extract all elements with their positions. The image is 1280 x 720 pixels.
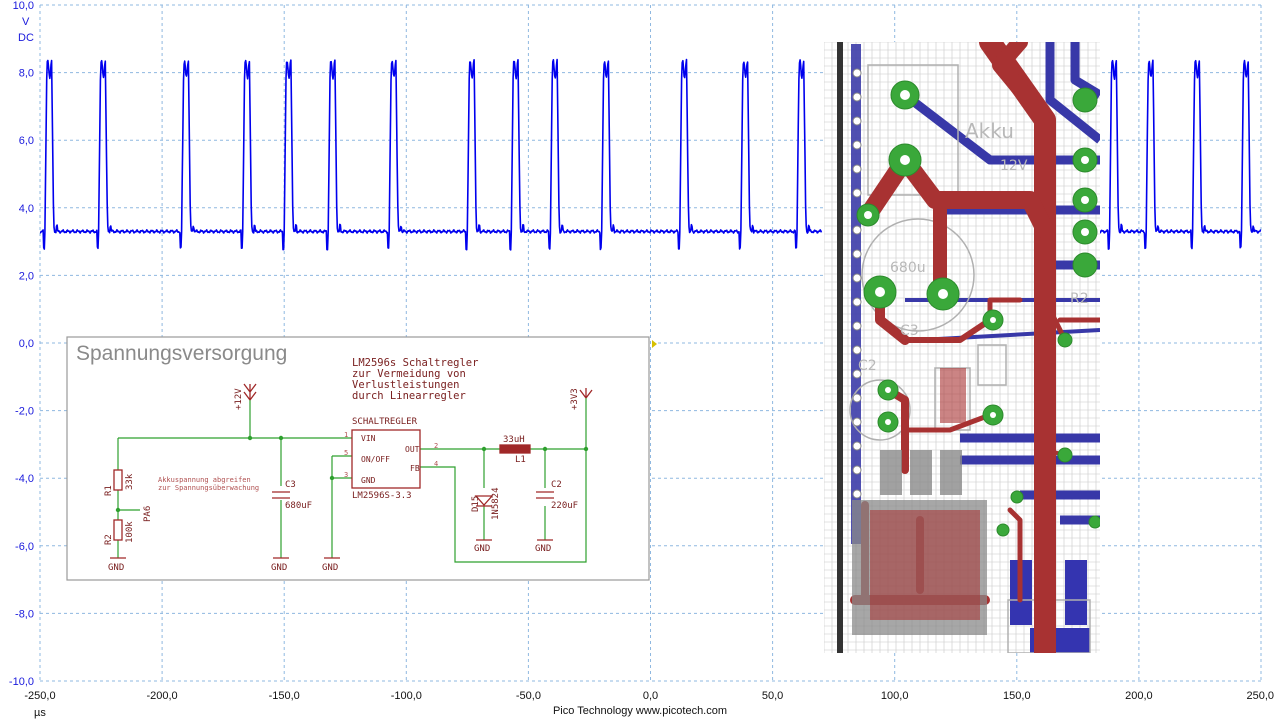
x-tick-label: -100,0 (391, 690, 422, 702)
ic-pin-number-2: 2 (434, 442, 438, 450)
x-tick-label: -50,0 (516, 690, 541, 702)
y-tick-label: 10,0 (13, 0, 34, 12)
schematic-image: Spannungsversorgung LM2596s Schaltregler… (66, 336, 650, 581)
x-tick-label: 150,0 (1003, 690, 1031, 702)
pcb-label-12v: 12V (1000, 158, 1028, 174)
c2-value-label: 220uF (551, 501, 578, 511)
ic-pin-number-3: 3 (344, 471, 348, 479)
d15-value-label: 1N5824 (491, 487, 501, 520)
ic-pin-out: OUT (405, 445, 420, 454)
c3-ref-label: C3 (285, 480, 296, 490)
y-tick-label: 0,0 (19, 338, 34, 350)
c2-ref-label: C2 (551, 480, 562, 490)
net-pa6-label: PA6 (143, 506, 153, 522)
x-tick-label: -250,0 (24, 690, 55, 702)
supply-3v3-label: +3V3 (570, 388, 580, 410)
oscilloscope-view: 10,08,06,04,02,00,0-2,0-4,0-6,0-8,0-10,0… (0, 0, 1280, 720)
y-tick-label: 8,0 (19, 68, 34, 80)
x-tick-label: -150,0 (269, 690, 300, 702)
supply-12v-label: +12V (234, 388, 244, 410)
pcb-label-c3: C3 (900, 323, 919, 339)
ic-pin-number-4: 4 (434, 460, 438, 468)
r1-ref-label: R1 (104, 485, 114, 496)
l1-value-label: 33uH (503, 435, 525, 445)
y-tick-label: -10,0 (9, 676, 34, 688)
ic-name-label: SCHALTREGLER (352, 417, 418, 427)
ic-pin-onoff: ON/OFF (361, 455, 390, 464)
x-tick-label: 100,0 (881, 690, 909, 702)
y-tick-label: 4,0 (19, 203, 34, 215)
d15-ref-label: D15 (471, 496, 481, 512)
gnd-label-ic: GND (322, 563, 338, 573)
x-tick-label: -200,0 (146, 690, 177, 702)
schematic-title: Spannungsversorgung (76, 342, 287, 365)
pcb-layout-image: Akku 12V 680u C3 C2 R2 (824, 42, 1100, 653)
x-tick-label: 50,0 (762, 690, 783, 702)
r2-ref-label: R2 (104, 534, 114, 545)
gnd-label-r2: GND (108, 563, 124, 573)
y-tick-label: -8,0 (15, 608, 34, 620)
y-tick-label: -4,0 (15, 473, 34, 485)
ic-pin-number-5: 5 (344, 449, 348, 457)
c3-value-label: 680uF (285, 501, 312, 511)
pcb-label-c2: C2 (858, 358, 877, 374)
ic-part-label: LM2596S-3.3 (352, 491, 412, 501)
footer-credit: Pico Technology www.picotech.com (553, 705, 727, 717)
comment-line-1: Akkuspannung abgreifen (158, 476, 251, 484)
gnd-label-c2: GND (535, 544, 551, 554)
x-axis-unit: µs (34, 707, 46, 719)
pcb-label-akku: Akku (965, 119, 1014, 143)
pcb-label-r2: R2 (1070, 291, 1089, 307)
y-tick-label: 6,0 (19, 135, 34, 147)
x-tick-label: 250,0 (1246, 690, 1274, 702)
l1-ref-label: L1 (515, 455, 526, 465)
y-axis-unit: V (22, 16, 30, 28)
x-tick-label: 0,0 (643, 690, 658, 702)
schematic-note-line-4: durch Linearregler (352, 390, 466, 402)
y-tick-label: -2,0 (15, 406, 34, 418)
comment-line-2: zur Spannungsüberwachung (158, 484, 259, 492)
y-axis-coupling: DC (18, 32, 34, 44)
r1-value-label: 33k (125, 473, 135, 490)
pcb-label-680u: 680u (890, 260, 926, 276)
ic-pin-vin: VIN (361, 434, 376, 443)
gnd-label-c3: GND (271, 563, 287, 573)
y-tick-label: -6,0 (15, 541, 34, 553)
y-tick-label: 2,0 (19, 270, 34, 282)
ic-pin-gnd: GND (361, 476, 376, 485)
r2-value-label: 100k (125, 521, 135, 543)
x-tick-label: 200,0 (1125, 690, 1153, 702)
gnd-label-d15: GND (474, 544, 490, 554)
ic-pin-number-1: 1 (344, 431, 348, 439)
ic-pin-fb: FB (410, 464, 420, 473)
